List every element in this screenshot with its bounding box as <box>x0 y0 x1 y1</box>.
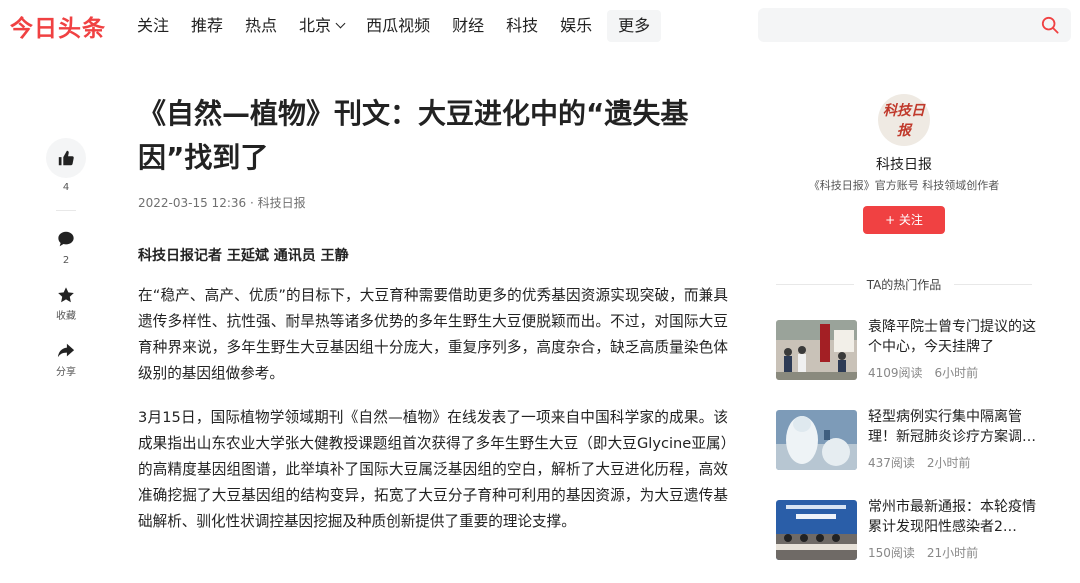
hot-work-title[interactable]: 常州市最新通报：本轮疫情累计发现阳性感染者2… <box>868 497 1038 537</box>
top-navigation-bar: 今日头条 关注 推荐 热点 北京 西瓜视频 财经 科技 娱乐 更多 <box>0 0 1080 52</box>
nav-city-dropdown[interactable]: 北京 <box>288 10 355 42</box>
comment-icon <box>58 231 74 247</box>
read-count: 150阅读 <box>868 546 915 560</box>
search-input[interactable] <box>768 8 1028 42</box>
publish-time: 6小时前 <box>934 366 979 380</box>
nav-entertainment[interactable]: 娱乐 <box>549 10 603 42</box>
divider <box>56 210 76 211</box>
publish-time: 2小时前 <box>926 456 971 470</box>
article-side-actions: 4 2 收藏 分享 <box>44 138 88 395</box>
channel-nav: 关注 推荐 热点 北京 西瓜视频 财经 科技 娱乐 更多 <box>126 10 662 42</box>
follow-button[interactable]: + 关注 <box>863 206 945 234</box>
hot-work-title[interactable]: 轻型病例实行集中隔离管理！新冠肺炎诊疗方案调… <box>868 407 1038 447</box>
read-count: 4109阅读 <box>868 366 923 380</box>
like-button[interactable] <box>46 138 86 178</box>
nav-ixigua[interactable]: 西瓜视频 <box>355 10 441 42</box>
share-label: 分享 <box>56 367 76 378</box>
hot-work-title[interactable]: 袁降平院士曾专门提议的这个中心，今天挂牌了 <box>868 317 1038 357</box>
search-box <box>758 8 1071 42</box>
article-meta: 2022-03-15 12:36 · 科技日报 <box>138 196 306 210</box>
share-action[interactable]: 分享 <box>44 339 88 379</box>
star-icon <box>58 287 74 303</box>
author-avatar[interactable]: 科技日报 <box>878 94 930 146</box>
comment-count: 2 <box>62 255 70 266</box>
publish-time: 21小时前 <box>926 546 979 560</box>
article-paragraph: 3月15日，国际植物学领域期刊《自然—植物》在线发表了一项来自中国科学家的成果。… <box>138 409 728 530</box>
nav-follow[interactable]: 关注 <box>126 10 180 42</box>
article-content: 《自然—植物》刊文：大豆进化中的“遗失基因”找到了 2022-03-15 12:… <box>138 92 728 535</box>
hot-work-meta: 437阅读 2小时前 <box>868 454 983 471</box>
hot-work-item[interactable]: 轻型病例实行集中隔离管理！新冠肺炎诊疗方案调… 437阅读 2小时前 <box>776 407 1038 472</box>
comment-action[interactable]: 2 <box>44 227 88 267</box>
author-description: 《科技日报》官方账号 科技领域创作者 <box>808 179 1000 192</box>
nav-recommend[interactable]: 推荐 <box>180 10 234 42</box>
like-count: 4 <box>62 182 70 193</box>
hot-work-item[interactable]: 袁降平院士曾专门提议的这个中心，今天挂牌了 4109阅读 6小时前 <box>776 317 1038 382</box>
nav-city-label: 北京 <box>299 16 332 35</box>
nav-more-button[interactable]: 更多 <box>607 10 662 42</box>
site-logo[interactable]: 今日头条 <box>10 9 106 43</box>
article-title: 《自然—植物》刊文：大豆进化中的“遗失基因”找到了 <box>138 97 689 174</box>
collect-label: 收藏 <box>56 311 76 322</box>
news-thumbnail-image[interactable] <box>776 410 857 470</box>
article-byline: 科技日报记者 王延斌 通讯员 王静 <box>138 248 349 264</box>
hot-work-meta: 150阅读 21小时前 <box>868 544 990 561</box>
news-thumbnail-image[interactable] <box>776 500 857 560</box>
read-count: 437阅读 <box>868 456 915 470</box>
hot-work-meta: 4109阅读 6小时前 <box>868 364 990 381</box>
thumbs-up-icon <box>58 150 74 166</box>
hot-works-heading: TA的热门作品 <box>776 276 1032 293</box>
news-thumbnail-image[interactable] <box>776 320 857 380</box>
search-icon[interactable] <box>1041 16 1059 34</box>
nav-hot[interactable]: 热点 <box>234 10 288 42</box>
author-name[interactable]: 科技日报 <box>776 154 1032 174</box>
author-card: 科技日报 科技日报 《科技日报》官方账号 科技领域创作者 + 关注 <box>776 94 1032 234</box>
collect-action[interactable]: 收藏 <box>44 283 88 323</box>
nav-tech[interactable]: 科技 <box>495 10 549 42</box>
like-action[interactable]: 4 <box>44 138 88 194</box>
hot-work-item[interactable]: 常州市最新通报：本轮疫情累计发现阳性感染者2… 150阅读 21小时前 <box>776 497 1038 562</box>
nav-finance[interactable]: 财经 <box>441 10 495 42</box>
article-paragraph: 在“稳产、高产、优质”的目标下，大豆育种需要借助更多的优秀基因资源实现突破，而兼… <box>138 287 728 382</box>
chevron-down-icon <box>335 18 346 29</box>
share-icon <box>57 343 75 358</box>
